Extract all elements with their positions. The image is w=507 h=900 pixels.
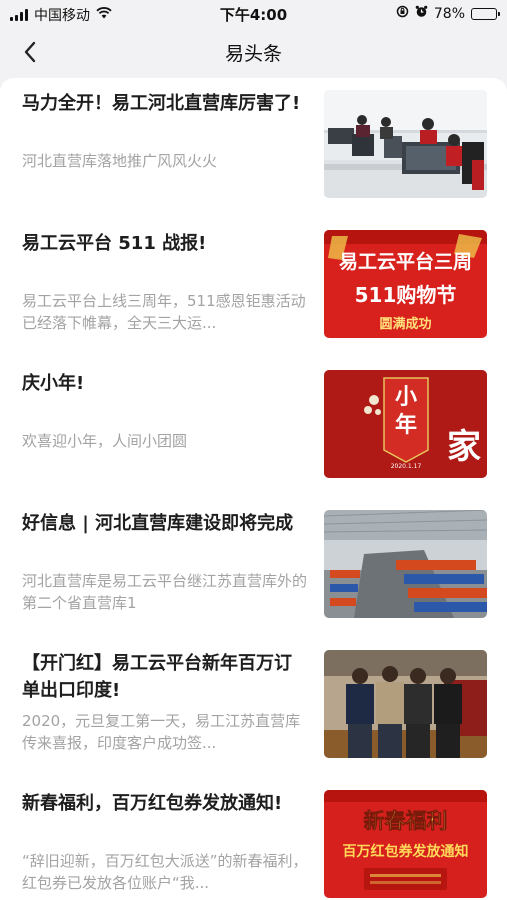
article-title: 易工云平台 511 战报! [22, 233, 207, 254]
article-item[interactable]: 新春福利，百万红包券发放通知! “辞旧迎新，百万红包大派送”的新春福利，红包券已… [0, 778, 507, 900]
article-summary: 河北直营库是易工云平台继江苏直营库外的第二个省直营库1 [22, 572, 308, 612]
alarm-icon [415, 5, 428, 22]
thumb-text-1: 新春福利 [364, 809, 448, 833]
article-thumbnail [324, 510, 487, 618]
article-item[interactable]: 马力全开！易工河北直营库厉害了! 河北直营库落地推广风风火火 [0, 78, 507, 218]
article-summary: 河北直营库落地推广风风火火 [22, 152, 218, 170]
article-title: 【开门红】易工云平台新年百万订单出口印度! [22, 653, 292, 701]
article-summary: 欢喜迎小年，人间小团圆 [22, 432, 188, 450]
thumb-text-4: 2020.1.17 [391, 463, 422, 470]
article-item[interactable]: 【开门红】易工云平台新年百万订单出口印度! 2020，元旦复工第一天，易工江苏直… [0, 638, 507, 778]
battery-icon [471, 7, 500, 20]
thumb-text-1: 小 [395, 385, 417, 410]
article-thumbnail [324, 90, 487, 198]
thumb-text-2: 年 [395, 412, 417, 438]
page-title: 易头条 [224, 43, 282, 65]
article-title: 好信息 | 河北直营库建设即将完成 [22, 513, 294, 534]
article-thumbnail: 小 年 家 2020.1.17 [324, 370, 487, 478]
article-thumbnail: 易工云平台三周 511购物节 圆满成功 [324, 230, 487, 338]
thumb-text-1: 易工云平台三周 [339, 250, 472, 273]
thumb-text-2: 511购物节 [355, 283, 457, 307]
article-summary: “辞旧迎新，百万红包大派送”的新春福利，红包券已发放各位账户“我... [22, 852, 308, 892]
thumb-text-2: 百万红包券发放通知 [343, 843, 469, 860]
article-title: 庆小年! [22, 373, 85, 394]
article-item[interactable]: 好信息 | 河北直营库建设即将完成 河北直营库是易工云平台继江苏直营库外的第二个… [0, 498, 507, 638]
article-thumbnail: 新春福利 百万红包券发放通知 [324, 790, 487, 898]
thumb-text-3: 家 [447, 427, 481, 467]
article-summary: 2020，元旦复工第一天，易工江苏直营库传来喜报，印度客户成功签... [22, 712, 301, 752]
article-list: 马力全开！易工河北直营库厉害了! 河北直营库落地推广风风火火 易工云平台 511… [0, 78, 507, 900]
article-thumbnail [324, 650, 487, 758]
article-item[interactable]: 庆小年! 欢喜迎小年，人间小团圆 小 年 家 2020.1.17 [0, 358, 507, 498]
nav-bar: 易头条 [0, 28, 507, 76]
rotation-lock-icon [396, 5, 409, 22]
article-title: 马力全开！易工河北直营库厉害了! [22, 93, 301, 114]
battery-percent: 78% [433, 5, 465, 22]
status-bar: 中国移动 下午4:00 78% [0, 0, 507, 28]
thumb-text-3: 圆满成功 [379, 316, 431, 332]
article-summary: 易工云平台上线三周年，511感恩钜惠活动已经落下帷幕，全天三大运... [22, 292, 306, 332]
article-item[interactable]: 易工云平台 511 战报! 易工云平台上线三周年，511感恩钜惠活动已经落下帷幕… [0, 218, 507, 358]
article-title: 新春福利，百万红包券发放通知! [22, 793, 283, 814]
